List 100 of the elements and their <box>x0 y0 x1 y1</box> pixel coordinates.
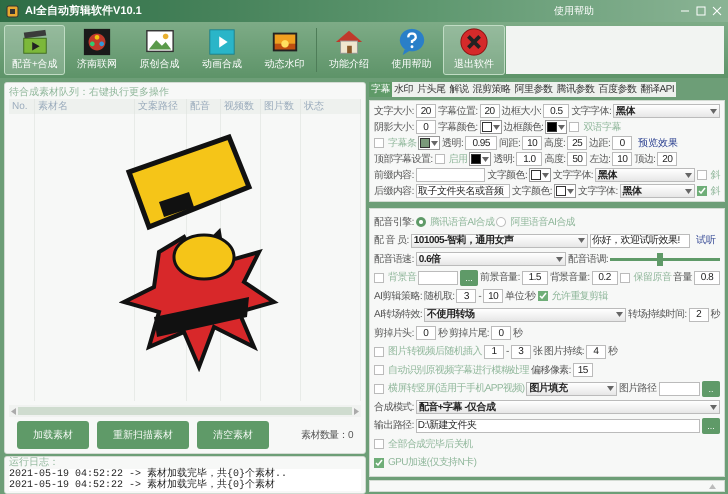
field-label: 合成模式: <box>374 400 414 415</box>
tab[interactable]: 翻译API <box>638 82 676 97</box>
checkbox[interactable] <box>696 186 707 196</box>
field-label: 前缀内容: <box>374 168 414 182</box>
number-field[interactable]: 0 <box>612 136 632 150</box>
dropdown[interactable]: 黑体 <box>594 168 695 182</box>
number-field[interactable]: 25 <box>567 136 588 150</box>
tab[interactable]: 片头尾 <box>415 82 448 97</box>
number-field[interactable]: 3 <box>510 344 531 359</box>
column-header: 文案路径 <box>135 99 187 114</box>
field-label: 随机取: <box>424 290 454 304</box>
color-picker[interactable] <box>529 168 552 182</box>
checkbox[interactable] <box>374 346 384 357</box>
checkbox[interactable] <box>374 439 384 450</box>
dropdown[interactable]: 0.6倍 <box>416 252 566 266</box>
field-label: 透明: <box>442 136 464 150</box>
text-field[interactable] <box>658 382 700 396</box>
text-field[interactable]: 你好，欢迎试听效果! <box>590 234 690 248</box>
link[interactable]: 预览效果 <box>638 136 678 150</box>
tab[interactable]: 腾讯参数 <box>554 82 596 97</box>
field-label: 配音引擎: <box>374 216 414 230</box>
tab[interactable]: 解说 <box>448 82 470 97</box>
checkbox-label: 双语字幕 <box>583 120 621 134</box>
checkbox[interactable] <box>620 272 630 283</box>
checkbox-label: 全部合成完毕后关机 <box>388 438 473 452</box>
text-field[interactable]: 取子文件夹名或音频 <box>416 184 510 198</box>
checkbox-label: GPU加速(仅支持N卡) <box>388 456 476 470</box>
number-field[interactable]: 20 <box>416 104 436 118</box>
field-label: 边框大小: <box>502 104 542 118</box>
caret-icon <box>558 124 566 130</box>
checkbox[interactable] <box>374 365 384 376</box>
checkbox-label: 斜 <box>710 168 720 182</box>
number-field[interactable]: 20 <box>657 152 678 166</box>
text-field[interactable] <box>418 270 458 285</box>
number-field[interactable]: 10 <box>612 152 632 166</box>
number-field[interactable]: 4 <box>586 344 606 359</box>
radio-button[interactable] <box>496 217 506 228</box>
number-field[interactable]: 0 <box>490 326 511 340</box>
checkbox[interactable] <box>696 170 707 180</box>
column-header: No. <box>9 99 35 114</box>
caret-icon <box>606 386 614 392</box>
checkbox[interactable] <box>374 384 384 394</box>
number-field[interactable]: 0 <box>416 120 436 134</box>
color-picker[interactable] <box>545 120 568 134</box>
scroll-left-icon <box>11 408 16 414</box>
color-picker[interactable] <box>480 120 502 134</box>
horizontal-scrollbar[interactable] <box>9 405 361 417</box>
dropdown[interactable]: 配音+字幕 -仅合成 <box>416 400 720 414</box>
color-picker[interactable] <box>418 136 440 150</box>
video-play-icon <box>207 27 238 57</box>
column-header: 图片数 <box>261 99 301 114</box>
dropdown[interactable]: 图片填充 <box>526 382 617 396</box>
number-field[interactable]: 1.0 <box>516 152 542 166</box>
number-field[interactable]: 0 <box>416 326 436 340</box>
radio-button[interactable] <box>416 217 426 228</box>
close-icon <box>712 6 722 16</box>
checkbox-label: 斜 <box>710 184 720 198</box>
number-field[interactable]: 0.5 <box>543 104 570 118</box>
field-label: 文字字体: <box>571 104 612 118</box>
number-field[interactable]: 10 <box>483 289 504 304</box>
dropdown[interactable]: 黑体 <box>613 104 720 118</box>
tab[interactable]: 阿里参数 <box>512 82 554 97</box>
number-field[interactable]: 1.5 <box>522 270 548 285</box>
link[interactable]: 试听 <box>696 233 716 248</box>
number-field[interactable]: 20 <box>480 104 500 118</box>
number-field[interactable]: 15 <box>572 363 593 378</box>
field-label: 文字大小: <box>374 104 414 118</box>
slider-thumb[interactable] <box>656 252 662 266</box>
checkbox[interactable] <box>434 154 445 164</box>
color-picker[interactable] <box>469 152 492 166</box>
number-field[interactable]: 50 <box>567 152 588 166</box>
field-label: 背景音量: <box>550 270 590 286</box>
tab[interactable]: 混剪策略 <box>470 82 512 97</box>
number-field[interactable]: 3 <box>456 289 476 304</box>
number-field[interactable]: 10 <box>522 136 542 150</box>
checkbox[interactable] <box>569 122 580 132</box>
field-label: - <box>506 345 509 360</box>
number-field[interactable]: 0.8 <box>694 270 720 285</box>
checkbox[interactable] <box>374 138 384 148</box>
number-field[interactable]: 2 <box>688 308 709 322</box>
dropdown[interactable]: 101005-智莉，通用女声 <box>410 234 588 248</box>
checkbox-label: 自动识别原视频字幕进行模糊处理 <box>388 364 530 378</box>
number-field[interactable]: 0.2 <box>592 270 618 285</box>
field-label: 前景音量: <box>480 270 520 286</box>
checkbox[interactable] <box>374 458 384 468</box>
number-field[interactable]: 0.95 <box>465 136 498 150</box>
checkbox[interactable] <box>538 291 548 302</box>
checkbox[interactable] <box>374 272 384 283</box>
field-label: 间距: <box>499 136 520 150</box>
tab[interactable]: 百度参数 <box>596 82 638 97</box>
caret-icon <box>542 172 550 178</box>
text-field[interactable] <box>416 168 486 182</box>
group-title: 运行日志： <box>9 457 60 469</box>
dropdown[interactable]: 不使用转场 <box>424 308 626 322</box>
color-picker[interactable] <box>554 184 576 198</box>
dropdown[interactable]: 黑体 <box>620 184 695 198</box>
checkbox-label: 横屏转竖屏(适用于手机APP视频) <box>388 382 524 396</box>
number-field[interactable]: 1 <box>484 344 504 359</box>
tab[interactable]: 水印 <box>392 82 415 97</box>
text-field[interactable]: D:\新建文件夹 <box>416 418 700 433</box>
